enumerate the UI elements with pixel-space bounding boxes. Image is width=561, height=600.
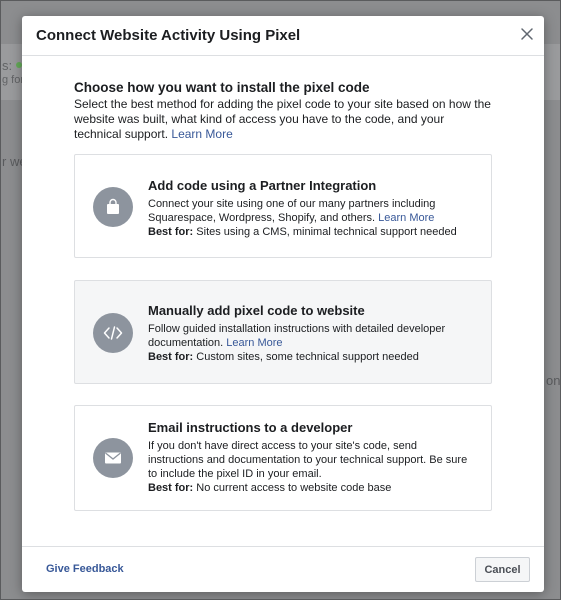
best-for-text: Custom sites, some technical support nee… — [196, 351, 419, 363]
option-partner-integration[interactable]: Add code using a Partner Integration Con… — [74, 154, 492, 258]
background-text-fragment: s: — [2, 58, 13, 73]
best-for-label: Best for: — [148, 226, 194, 238]
dialog-footer: Give Feedback Cancel — [22, 546, 544, 592]
option-title: Email instructions to a developer — [148, 420, 353, 435]
intro-heading: Choose how you want to install the pixel… — [74, 80, 370, 95]
option-body: Manually add pixel code to website Follo… — [148, 302, 475, 364]
shopping-bag-icon — [93, 187, 133, 227]
background-text-fragment: on — [546, 373, 561, 388]
give-feedback-link[interactable]: Give Feedback — [46, 563, 124, 575]
option-email-developer[interactable]: Email instructions to a developer If you… — [74, 405, 492, 511]
option-description: Follow guided installation instructions … — [148, 322, 475, 350]
envelope-icon — [93, 438, 133, 478]
close-icon[interactable] — [519, 26, 535, 42]
best-for-label: Best for: — [148, 351, 194, 363]
intro-description-text: Select the best method for adding the pi… — [74, 97, 491, 141]
option-learn-more-link[interactable]: Learn More — [226, 337, 282, 349]
cancel-button[interactable]: Cancel — [475, 557, 530, 582]
option-best-for: Best for: Custom sites, some technical s… — [148, 350, 475, 364]
option-best-for: Best for: No current access to website c… — [148, 481, 475, 495]
option-title: Add code using a Partner Integration — [148, 178, 377, 193]
option-best-for: Best for: Sites using a CMS, minimal tec… — [148, 225, 475, 239]
dialog-title: Connect Website Activity Using Pixel — [36, 27, 301, 44]
option-description-text: Follow guided installation instructions … — [148, 323, 446, 349]
option-description: If you don't have direct access to your … — [148, 440, 468, 480]
option-learn-more-link[interactable]: Learn More — [378, 212, 434, 224]
option-body: Add code using a Partner Integration Con… — [148, 177, 475, 239]
option-manual-install[interactable]: Manually add pixel code to website Follo… — [74, 280, 492, 384]
intro-learn-more-link[interactable]: Learn More — [171, 127, 232, 141]
background-text-fragment: g for — [2, 74, 25, 86]
option-title: Manually add pixel code to website — [148, 303, 365, 318]
best-for-label: Best for: — [148, 482, 194, 494]
best-for-text: No current access to website code base — [196, 482, 392, 494]
connect-pixel-dialog: Connect Website Activity Using Pixel Cho… — [22, 16, 544, 592]
install-method-intro: Choose how you want to install the pixel… — [74, 80, 494, 142]
dialog-header: Connect Website Activity Using Pixel — [22, 16, 544, 56]
best-for-text: Sites using a CMS, minimal technical sup… — [196, 226, 457, 238]
intro-description: Select the best method for adding the pi… — [74, 97, 494, 142]
option-body: Email instructions to a developer If you… — [148, 419, 475, 495]
code-icon — [93, 313, 133, 353]
option-description: Connect your site using one of our many … — [148, 197, 475, 225]
